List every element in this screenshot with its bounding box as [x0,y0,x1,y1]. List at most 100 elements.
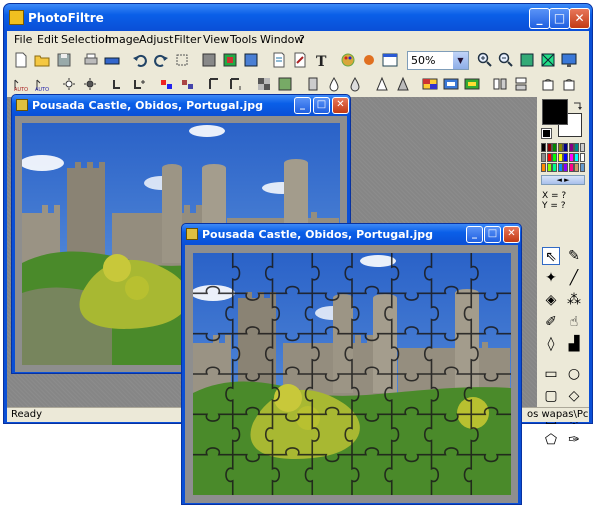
title-bar[interactable]: PhotoFiltre _ □ ✕ [4,4,592,31]
frame-color-icon[interactable] [464,76,480,92]
palette-swatch[interactable] [557,163,563,172]
gamma-down-icon[interactable] [228,76,244,92]
palette-swatch[interactable] [546,163,552,172]
palette-swatch[interactable] [574,153,579,162]
saturation-up-icon[interactable] [159,76,175,92]
contrast-down-icon[interactable] [131,76,147,92]
rectangle-icon[interactable]: ▭ [542,365,560,383]
menu-adjust[interactable]: Adjust [139,33,173,46]
palette-swatch[interactable] [568,153,574,162]
soften-icon[interactable] [305,76,321,92]
spray-icon[interactable]: ⁂ [565,291,583,309]
zoom-out-icon[interactable] [498,52,514,68]
menu-tools[interactable]: Tools [230,33,257,46]
effects-icon[interactable] [361,52,377,68]
menu-file[interactable]: File [14,33,32,46]
palette-swatch[interactable] [579,143,585,152]
redo-icon[interactable] [153,52,169,68]
palette-swatch[interactable] [563,163,568,172]
close-button[interactable]: ✕ [332,97,349,114]
triangle-fill-icon[interactable] [395,76,411,92]
default-colors-icon[interactable] [541,128,552,139]
eyedropper-icon[interactable]: ✎ [565,247,583,265]
diamond-icon[interactable]: ◇ [565,387,583,405]
open-folder-icon[interactable] [34,52,50,68]
image-window-puzzle[interactable]: Pousada Castle, Obidos, Portugal.jpg _ □… [181,223,522,505]
window-icon[interactable] [382,52,398,68]
foreground-color-swatch[interactable] [542,99,568,125]
contrast-up-icon[interactable] [110,76,126,92]
document-icon[interactable] [271,52,287,68]
zoom-select[interactable]: 50% ▼ [407,51,469,70]
flip-horizontal-icon[interactable] [492,76,508,92]
brightness-down-icon[interactable] [83,76,99,92]
palette-swatch[interactable] [541,163,546,172]
fullscreen-icon[interactable] [561,52,577,68]
smudge-icon[interactable]: ☝ [565,313,583,331]
color-square-icon[interactable] [222,52,238,68]
undo-icon[interactable] [132,52,148,68]
new-file-icon[interactable] [13,52,29,68]
sharpen-drop-icon[interactable] [347,76,363,92]
palette-swatch[interactable] [552,163,557,172]
gradient-icon[interactable] [422,76,438,92]
rounded-rect-icon[interactable]: ▢ [542,387,560,405]
palette-icon[interactable] [340,52,356,68]
menu-view[interactable]: View [203,33,229,46]
blur-drop-icon[interactable] [326,76,342,92]
brightness-up-icon[interactable] [62,76,78,92]
palette-swatch[interactable] [579,163,585,172]
stamp-icon[interactable]: ▟ [565,335,583,353]
palette-swatch[interactable] [563,143,568,152]
image-window-title-bar[interactable]: Pousada Castle, Obidos, Portugal.jpg _ □… [12,95,350,116]
palette-scroll[interactable]: ◄ ► [541,175,585,185]
mosaic-icon[interactable] [256,76,272,92]
maximize-button[interactable]: □ [313,97,330,114]
auto-contrast-icon[interactable]: AUTO [34,76,50,92]
palette-swatch[interactable] [552,153,557,162]
palette-swatch[interactable] [574,163,579,172]
palette-swatch[interactable] [568,163,574,172]
palette-swatch[interactable] [552,143,557,152]
ellipse-icon[interactable]: ○ [565,365,583,383]
zoom-in-icon[interactable] [477,52,493,68]
line-icon[interactable]: ╱ [565,269,583,287]
document-edit-icon[interactable] [292,52,308,68]
rotate-left-icon[interactable] [540,76,556,92]
menu-window[interactable]: Window [260,33,303,46]
palette-swatch[interactable] [563,153,568,162]
minimize-button[interactable]: _ [294,97,311,114]
palette-swatch[interactable] [546,143,552,152]
freeform-icon[interactable]: ✑ [565,431,583,449]
menu-filter[interactable]: Filter [174,33,201,46]
maximize-button[interactable]: □ [484,226,501,243]
close-button[interactable]: ✕ [569,8,590,29]
rotate-right-icon[interactable] [561,76,577,92]
grey-square-icon[interactable] [201,52,217,68]
palette-swatch[interactable] [568,143,574,152]
fit-image-icon[interactable] [519,52,535,68]
save-icon[interactable] [56,52,72,68]
swap-colors-icon[interactable] [572,99,584,111]
polygon-icon[interactable]: ⬠ [542,431,560,449]
palette-swatch[interactable] [557,143,563,152]
image-size-icon[interactable] [243,52,259,68]
palette-swatch[interactable] [541,143,546,152]
menu-edit[interactable]: Edit [37,33,58,46]
palette-swatch[interactable] [546,153,552,162]
scan-icon[interactable] [104,52,120,68]
saturation-down-icon[interactable] [180,76,196,92]
auto-levels-icon[interactable]: AUTO [13,76,29,92]
gamma-up-icon[interactable] [207,76,223,92]
actual-size-icon[interactable] [540,52,556,68]
palette-swatch[interactable] [541,153,546,162]
frame-icon[interactable] [443,76,459,92]
paint-bucket-icon[interactable]: ◈ [542,291,560,309]
chevron-down-icon[interactable]: ▼ [453,52,468,69]
blur-drop-icon[interactable]: ◊ [542,335,560,353]
print-icon[interactable] [83,52,99,68]
text-icon[interactable]: T [313,52,329,68]
color-palette[interactable] [541,143,585,173]
image-canvas[interactable] [185,245,518,503]
image-window-title-bar[interactable]: Pousada Castle, Obidos, Portugal.jpg _ □… [182,224,521,245]
